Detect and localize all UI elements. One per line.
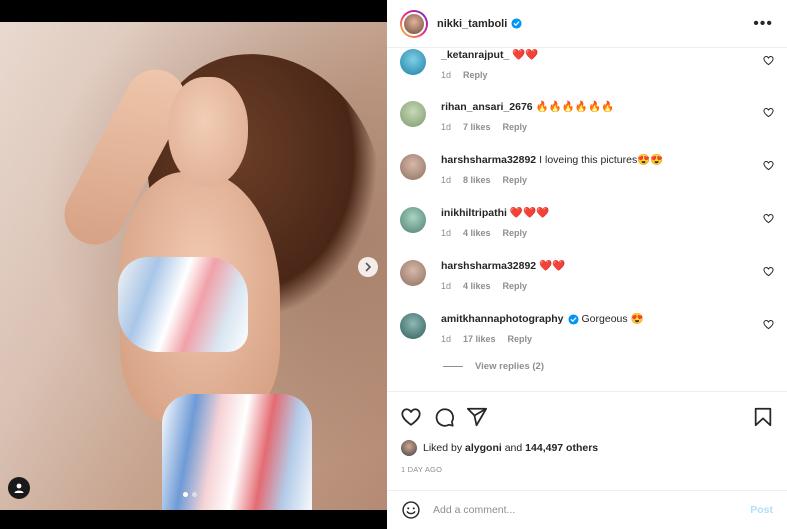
comment-time: 1d xyxy=(441,122,452,132)
comment-icon[interactable] xyxy=(433,406,455,428)
slide-dot xyxy=(183,492,188,497)
view-replies-label: View replies (2) xyxy=(475,361,544,372)
comment-body: inikhiltripathi ❤️❤️❤️ 1d 4 likes Reply xyxy=(441,207,750,238)
view-replies-button[interactable]: View replies (2) xyxy=(443,361,544,372)
comment-time: 1d xyxy=(441,175,452,185)
slide-dot xyxy=(192,492,197,497)
reply-button[interactable]: Reply xyxy=(503,281,528,291)
comment-text: ❤️❤️ xyxy=(512,49,539,61)
comment-username[interactable]: harshsharma32892 xyxy=(441,154,536,166)
comment-item: _ketanrajput_ ❤️❤️ 1d Reply xyxy=(400,49,774,99)
commenter-avatar[interactable] xyxy=(400,49,426,75)
post-media-area xyxy=(0,0,387,529)
commenter-avatar[interactable] xyxy=(400,260,426,286)
view-replies-divider xyxy=(443,366,463,367)
post-timestamp[interactable]: 1 DAY AGO xyxy=(401,465,442,474)
comment-body: rihan_ansari_2676 🔥🔥🔥🔥🔥🔥 1d 7 likes Reply xyxy=(441,101,750,132)
comment-text: ❤️❤️❤️ xyxy=(509,207,550,219)
comment-time: 1d xyxy=(441,228,452,238)
likes-and: and xyxy=(504,442,523,454)
commenter-avatar[interactable] xyxy=(400,101,426,127)
likes-prefix: Liked by xyxy=(423,442,463,454)
verified-badge-icon xyxy=(511,18,522,29)
photo-top-garment xyxy=(118,257,248,352)
post-actions-bar xyxy=(387,391,787,441)
comment-input[interactable] xyxy=(433,504,751,516)
comment-time: 1d xyxy=(441,281,452,291)
more-options-button[interactable]: ••• xyxy=(753,15,773,31)
post-photo[interactable] xyxy=(0,22,387,510)
emoji-icon[interactable] xyxy=(401,500,421,520)
comment-username[interactable]: rihan_ansari_2676 xyxy=(441,101,533,113)
reply-button[interactable]: Reply xyxy=(503,122,528,132)
likes-count-link[interactable]: 144,497 others xyxy=(525,442,598,454)
comment-item: harshsharma32892 ❤️❤️ 1d 4 likes Reply xyxy=(400,260,774,310)
comment-username[interactable]: _ketanrajput_ xyxy=(441,49,509,61)
author-username[interactable]: nikki_tamboli xyxy=(437,18,507,30)
tagged-users-button[interactable] xyxy=(8,477,30,499)
slide-indicator xyxy=(183,492,197,497)
bookmark-icon[interactable] xyxy=(752,406,774,428)
post-comment-button[interactable]: Post xyxy=(750,504,773,516)
add-comment-bar: Post xyxy=(387,490,787,529)
comment-text: I loveing this pictures😍😍 xyxy=(539,154,664,166)
post-header: nikki_tamboli ••• xyxy=(387,0,787,48)
comment-time: 1d xyxy=(441,70,452,80)
like-comment-heart-icon[interactable] xyxy=(763,160,774,171)
comment-text: Gorgeous 😍 xyxy=(581,313,644,325)
comment-body: _ketanrajput_ ❤️❤️ 1d Reply xyxy=(441,49,750,80)
commenter-avatar[interactable] xyxy=(400,313,426,339)
reply-button[interactable]: Reply xyxy=(508,334,533,344)
comment-body: harshsharma32892 ❤️❤️ 1d 4 likes Reply xyxy=(441,260,750,291)
comment-body: harshsharma32892 I loveing this pictures😍… xyxy=(441,154,750,185)
comment-likes-count[interactable]: 4 likes xyxy=(463,228,491,238)
author-avatar[interactable] xyxy=(400,9,428,38)
comment-item: inikhiltripathi ❤️❤️❤️ 1d 4 likes Reply xyxy=(400,207,774,257)
reply-button[interactable]: Reply xyxy=(463,70,488,80)
liker-avatar[interactable] xyxy=(401,440,417,456)
reply-button[interactable]: Reply xyxy=(503,228,528,238)
like-comment-heart-icon[interactable] xyxy=(763,107,774,118)
comment-username[interactable]: harshsharma32892 xyxy=(441,260,536,272)
heart-icon[interactable] xyxy=(400,406,422,428)
like-comment-heart-icon[interactable] xyxy=(763,319,774,330)
photo-head xyxy=(168,77,248,187)
comment-likes-count[interactable]: 4 likes xyxy=(463,281,491,291)
verified-badge-icon xyxy=(567,314,579,325)
comment-username[interactable]: inikhiltripathi xyxy=(441,207,507,219)
like-comment-heart-icon[interactable] xyxy=(763,213,774,224)
comment-item: harshsharma32892 I loveing this pictures😍… xyxy=(400,154,774,204)
next-slide-button[interactable] xyxy=(358,257,378,277)
commenter-avatar[interactable] xyxy=(400,207,426,233)
chevron-right-icon xyxy=(365,262,372,272)
commenter-avatar[interactable] xyxy=(400,154,426,180)
liker-username[interactable]: alygoni xyxy=(465,442,502,454)
comment-likes-count[interactable]: 7 likes xyxy=(463,122,491,132)
post-side-panel: nikki_tamboli ••• _ketanrajput_ ❤️❤️ 1d Re… xyxy=(387,0,787,529)
comment-text: ❤️❤️ xyxy=(539,260,566,272)
comment-text: 🔥🔥🔥🔥🔥🔥 xyxy=(535,101,615,113)
comment-body: amitkhannaphotography Gorgeous 😍 1d 17 lik… xyxy=(441,313,750,344)
comment-likes-count[interactable]: 17 likes xyxy=(463,334,496,344)
comment-username[interactable]: amitkhannaphotography xyxy=(441,313,564,325)
comment-item: amitkhannaphotography Gorgeous 😍 1d 17 lik… xyxy=(400,313,774,363)
like-comment-heart-icon[interactable] xyxy=(763,55,774,66)
comment-time: 1d xyxy=(441,334,452,344)
user-tag-icon xyxy=(14,483,24,493)
reply-button[interactable]: Reply xyxy=(503,175,528,185)
comment-item: rihan_ansari_2676 🔥🔥🔥🔥🔥🔥 1d 7 likes Reply xyxy=(400,101,774,151)
comment-likes-count[interactable]: 8 likes xyxy=(463,175,491,185)
comment-list[interactable]: _ketanrajput_ ❤️❤️ 1d Reply rihan_ansari_2… xyxy=(387,49,787,389)
like-comment-heart-icon[interactable] xyxy=(763,266,774,277)
share-icon[interactable] xyxy=(466,406,488,428)
likes-summary: Liked by alygoni and 144,497 others xyxy=(401,440,598,456)
